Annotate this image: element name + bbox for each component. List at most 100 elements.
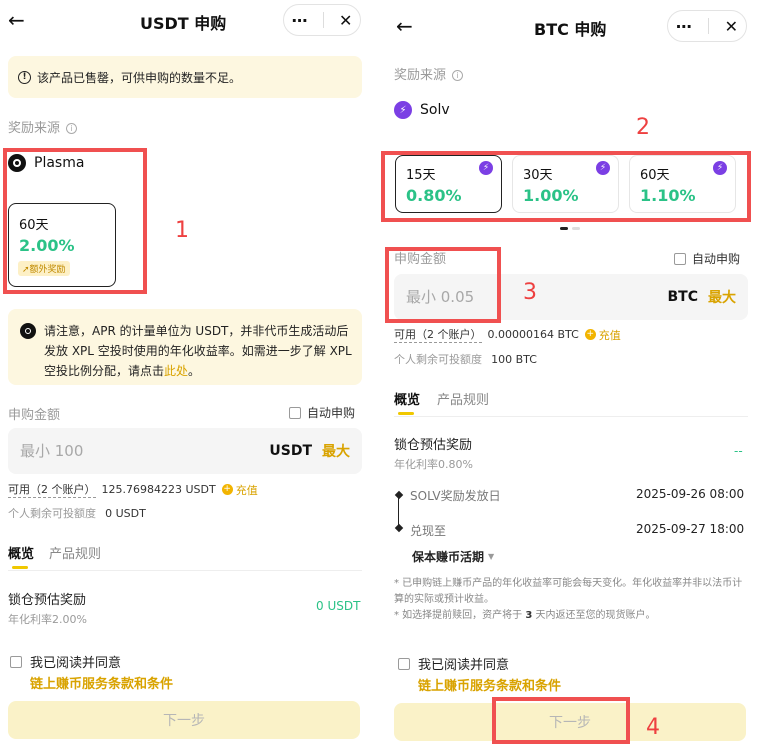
- provider-solv: ⚡ Solv: [394, 101, 450, 119]
- product-dropdown[interactable]: 保本赚币活期 ▼: [412, 548, 494, 565]
- apr-line: 年化利率2.00%: [8, 613, 87, 626]
- timeline-line: [398, 497, 399, 526]
- agree-row[interactable]: 我已阅读并同意: [398, 654, 509, 673]
- page-title: USDT 申购: [140, 14, 227, 33]
- highlight-box-2: [381, 151, 751, 222]
- warning-icon: !: [18, 70, 31, 84]
- next-button[interactable]: 下一步: [8, 701, 360, 739]
- deposit-text: 充值: [235, 483, 258, 497]
- btc-subscribe-screen: ← BTC 申购 ⋯ ✕ 奖励来源 i ⚡ Solv 15天 0.80% ⚡ 30…: [381, 0, 763, 752]
- remaining-value: 0 USDT: [105, 507, 146, 520]
- available-value: 125.76984223 USDT: [101, 483, 216, 496]
- locked-reward-label: 锁仓预估奖励: [394, 438, 473, 453]
- divider: [394, 416, 748, 417]
- dropdown-label: 保本赚币活期: [412, 550, 485, 564]
- available-label: 可用（2 个账户）: [8, 483, 96, 498]
- sold-out-text: 该产品已售罄，可供申购的数量不足。: [37, 70, 242, 85]
- tab-overview[interactable]: 概览: [394, 389, 420, 408]
- tab-underline: [12, 566, 28, 569]
- remaining-row: 个人剩余可投额度 0 USDT: [8, 502, 146, 521]
- terms-link[interactable]: 链上赚币服务条款和条件: [418, 675, 561, 694]
- amount-input-actions: BTC 最大: [668, 287, 737, 307]
- info-icon[interactable]: i: [66, 123, 78, 134]
- more-icon[interactable]: ⋯: [676, 17, 692, 36]
- tab-product-rules[interactable]: 产品规则: [49, 543, 101, 562]
- plasma-notice-icon: [20, 323, 36, 339]
- highlight-box-3: [385, 247, 501, 323]
- auto-subscribe-label: 自动申购: [307, 406, 356, 420]
- agree-row[interactable]: 我已阅读并同意: [10, 652, 121, 671]
- timeline-value-2: 2025-09-27 18:00: [636, 522, 745, 536]
- plus-icon: +: [584, 329, 596, 340]
- available-row: 可用（2 个账户） 125.76984223 USDT + 充值: [8, 481, 258, 498]
- marker-4: 4: [646, 715, 660, 740]
- close-icon[interactable]: ✕: [725, 17, 738, 36]
- back-arrow-icon[interactable]: ←: [8, 8, 25, 32]
- reward-source-label: 奖励来源 i: [8, 117, 78, 136]
- reward-source-text: 奖励来源: [394, 68, 447, 83]
- divider: [8, 570, 362, 571]
- note-2-pre: * 如选择提前赎回，资产将于: [394, 610, 526, 621]
- solv-logo-icon: ⚡: [394, 101, 412, 119]
- tab-overview[interactable]: 概览: [8, 543, 34, 562]
- tab-underline: [398, 412, 414, 415]
- marker-3: 3: [523, 280, 537, 305]
- unit-label: BTC: [667, 289, 699, 305]
- apr-notice-end: 。: [188, 364, 201, 378]
- unit-label: USDT: [269, 443, 312, 459]
- sold-out-notice: ! 该产品已售罄，可供申购的数量不足。: [8, 56, 362, 98]
- apr-notice-link[interactable]: 此处: [164, 364, 188, 378]
- deposit-link[interactable]: + 充值: [221, 482, 258, 498]
- back-arrow-icon[interactable]: ←: [396, 14, 413, 38]
- divider: [707, 18, 709, 34]
- amount-label: 申购金额: [8, 408, 61, 423]
- amount-input[interactable]: [20, 442, 160, 460]
- marker-1: 1: [175, 218, 189, 243]
- remaining-row: 个人剩余可投额度 100 BTC: [394, 348, 537, 367]
- terms-link[interactable]: 链上赚币服务条款和条件: [30, 673, 173, 692]
- highlight-box-4: [492, 697, 630, 744]
- deposit-link[interactable]: + 充值: [584, 327, 621, 343]
- note-2: * 如选择提前赎回，资产将于 3 天内返还至您的现货账户。: [394, 608, 746, 624]
- page-title: BTC 申购: [534, 20, 607, 39]
- timeline-dot: [394, 523, 404, 533]
- agree-label: 我已阅读并同意: [418, 658, 510, 673]
- agree-checkbox[interactable]: [398, 657, 410, 670]
- max-button[interactable]: 最大: [708, 287, 736, 307]
- auto-subscribe-label: 自动申购: [692, 252, 741, 266]
- available-value: 0.00000164 BTC: [487, 328, 579, 341]
- auto-subscribe[interactable]: 自动申购: [289, 404, 355, 421]
- reward-source-text: 奖励来源: [8, 121, 61, 136]
- close-icon[interactable]: ✕: [339, 11, 352, 30]
- more-icon[interactable]: ⋯: [292, 11, 308, 30]
- timeline-dot: [394, 490, 404, 500]
- usdt-subscribe-screen: ← USDT 申购 ⋯ ✕ ! 该产品已售罄，可供申购的数量不足。 奖励来源 i …: [0, 0, 372, 752]
- info-icon[interactable]: i: [452, 70, 464, 81]
- highlight-box-1: [3, 148, 147, 294]
- note-2-post: 天内返还至您的现货账户。: [532, 610, 656, 621]
- max-button[interactable]: 最大: [322, 441, 350, 461]
- caret-down-icon: ▼: [488, 552, 495, 561]
- amount-input-box: USDT 最大: [8, 428, 362, 474]
- plus-icon: +: [221, 484, 233, 495]
- available-row: 可用（2 个账户） 0.00000164 BTC + 充值: [394, 326, 621, 343]
- page-indicator-active: [560, 227, 568, 230]
- tab-product-rules[interactable]: 产品规则: [437, 389, 489, 408]
- divider: [322, 12, 324, 28]
- timeline-label-1: SOLV奖励发放日: [410, 489, 501, 503]
- remaining-label: 个人剩余可投额度: [394, 353, 482, 366]
- header-actions: ⋯ ✕: [283, 4, 361, 36]
- locked-reward-label: 锁仓预估奖励: [8, 593, 87, 608]
- auto-subscribe-checkbox[interactable]: [674, 252, 686, 265]
- amount-input-actions: USDT 最大: [269, 441, 350, 461]
- deposit-text: 充值: [598, 328, 621, 342]
- auto-subscribe-checkbox[interactable]: [289, 406, 301, 419]
- reward-source-label: 奖励来源 i: [394, 64, 464, 83]
- locked-reward-value: 0 USDT: [316, 599, 361, 613]
- timeline-label-2: 兑现至: [410, 524, 447, 538]
- agree-checkbox[interactable]: [10, 655, 22, 668]
- locked-reward-value: --: [734, 444, 743, 458]
- apr-notice: 请注意，APR 的计量单位为 USDT，并非代币生成活动后发放 XPL 空投时使…: [8, 309, 362, 385]
- auto-subscribe[interactable]: 自动申购: [674, 250, 740, 267]
- page-indicator: [572, 227, 580, 230]
